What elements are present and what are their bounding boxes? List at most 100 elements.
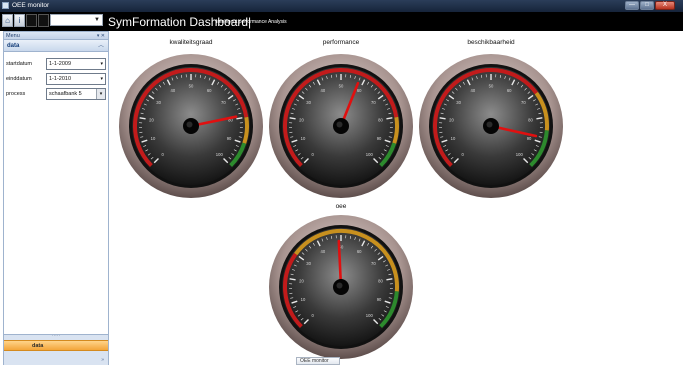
gauge-tick-label: 10 xyxy=(451,136,456,141)
sidebar-bottom: ····· data » xyxy=(4,334,108,365)
gauge-label-performance: performance xyxy=(266,39,416,46)
gauge-tick-label: 100 xyxy=(366,152,374,157)
einddatum-picker[interactable]: 1-1-2010 ▾ xyxy=(46,73,106,85)
chevron-down-icon[interactable]: ▾ xyxy=(100,74,103,84)
gauge-svg: 0102030405060708090100 xyxy=(116,51,266,201)
gauge-tick-label: 60 xyxy=(507,88,512,93)
gauge-tick-label: 80 xyxy=(528,117,533,122)
chevron-down-icon[interactable]: ▾ xyxy=(100,59,103,69)
gauge-tick-label: 100 xyxy=(516,152,524,157)
sidebar-tab-data[interactable]: data xyxy=(4,340,108,351)
gauge-hub-highlight xyxy=(337,283,343,289)
gauge-tick-label: 40 xyxy=(321,249,326,254)
gauge-beschikbaarheid: 0102030405060708090100 xyxy=(416,51,566,201)
taskbar-button-oee-monitor[interactable]: OEE monitor xyxy=(296,357,340,365)
gauge-hub-highlight xyxy=(487,122,493,128)
sidebar-header-label: Menu xyxy=(6,33,20,39)
gauge-tick-label: 20 xyxy=(149,117,154,122)
gauge-tick-label: 100 xyxy=(216,152,224,157)
startdatum-label: startdatum xyxy=(6,61,32,67)
sidebar-section-label: data xyxy=(7,43,19,49)
gauge-svg: 0102030405060708090100 xyxy=(266,212,416,362)
gauge-major-tick xyxy=(440,118,446,119)
einddatum-value: 1-1-2010 xyxy=(49,76,71,82)
gauge-tick-label: 30 xyxy=(306,100,311,105)
gauge-tick-label: 10 xyxy=(151,136,156,141)
chevron-down-icon[interactable]: ▾ xyxy=(96,89,105,99)
gauge-tick-label: 70 xyxy=(371,261,376,266)
gauge-tick-label: 90 xyxy=(527,136,532,141)
gauge-label-kwaliteitsgraad: kwaliteitsgraad xyxy=(116,39,266,46)
info-button[interactable]: i xyxy=(14,14,25,27)
einddatum-row: einddatum 1-1-2010 ▾ xyxy=(5,73,109,85)
gauge-label-oee: oee xyxy=(266,203,416,210)
gauge-tick-label: 90 xyxy=(377,136,382,141)
splitter-grip[interactable]: ····· xyxy=(4,335,108,339)
gauge-major-tick xyxy=(536,118,542,119)
gauge-tick-label: 70 xyxy=(521,100,526,105)
gauge-tick-label: 50 xyxy=(189,84,194,89)
gauge-tick-label: 90 xyxy=(377,297,382,302)
gauge-tick-label: 20 xyxy=(299,278,304,283)
dark-button-2[interactable] xyxy=(38,14,49,27)
einddatum-label: einddatum xyxy=(6,76,32,82)
process-label: process xyxy=(6,91,25,97)
home-icon: ⌂ xyxy=(5,16,10,25)
gauge-svg: 0102030405060708090100 xyxy=(266,51,416,201)
gauge-svg: 0102030405060708090100 xyxy=(416,51,566,201)
gauge-tick-label: 10 xyxy=(301,136,306,141)
title-bar: OEE monitor — □ X xyxy=(0,0,683,12)
gauge-major-tick xyxy=(290,118,296,119)
process-select[interactable]: schaafbank 5 ▾ xyxy=(46,88,106,100)
gauge-hub-highlight xyxy=(337,122,343,128)
startdatum-row: startdatum 1-1-2009 ▾ xyxy=(5,58,109,70)
close-button[interactable]: X xyxy=(655,1,675,10)
gauge-tick-label: 40 xyxy=(321,88,326,93)
gauge-tick-label: 90 xyxy=(227,136,232,141)
gauge-label-beschikbaarheid: beschikbaarheid xyxy=(416,39,566,46)
gauge-tick-label: 80 xyxy=(378,278,383,283)
gauge-hub-highlight xyxy=(187,122,193,128)
app-icon xyxy=(2,2,9,9)
gauge-tick-label: 10 xyxy=(301,297,306,302)
startdatum-value: 1-1-2009 xyxy=(49,61,71,67)
chevron-up-icon[interactable]: ︿ xyxy=(98,40,104,52)
gauge-tick-label: 30 xyxy=(306,261,311,266)
toolbar: ⌂ i ▼ SymFormation Dashboard| Intelligen… xyxy=(0,12,683,31)
sidebar-pin-icons[interactable]: ▾ ✕ xyxy=(97,32,105,40)
home-button[interactable]: ⌂ xyxy=(2,14,13,27)
gauge-tick-label: 70 xyxy=(221,100,226,105)
minimize-button[interactable]: — xyxy=(625,1,639,10)
gauge-performance: 0102030405060708090100 xyxy=(266,51,416,201)
toolbar-combo[interactable]: ▼ xyxy=(50,14,103,26)
window-title: OEE monitor xyxy=(12,2,49,9)
gauge-tick-label: 50 xyxy=(489,84,494,89)
gauge-oee: 0102030405060708090100 xyxy=(266,212,416,362)
sidebar-section-data[interactable]: data ︿ xyxy=(4,40,108,52)
maximize-button[interactable]: □ xyxy=(640,1,654,10)
gauge-tick-label: 20 xyxy=(299,117,304,122)
chevron-down-icon: ▼ xyxy=(94,17,100,23)
overflow-icon[interactable]: » xyxy=(101,357,104,363)
process-row: process schaafbank 5 ▾ xyxy=(5,88,109,100)
gauge-major-tick xyxy=(140,118,146,119)
dark-button[interactable] xyxy=(26,14,37,27)
gauge-tick-label: 40 xyxy=(171,88,176,93)
gauge-tick-label: 50 xyxy=(339,84,344,89)
startdatum-picker[interactable]: 1-1-2009 ▾ xyxy=(46,58,106,70)
gauge-tick-label: 70 xyxy=(371,100,376,105)
gauge-major-tick xyxy=(290,279,296,280)
gauge-major-tick xyxy=(236,118,242,119)
gauge-tick-label: 60 xyxy=(357,88,362,93)
gauge-tick-label: 40 xyxy=(471,88,476,93)
sidebar-header: Menu ▾ ✕ xyxy=(4,32,108,40)
gauge-tick-label: 30 xyxy=(456,100,461,105)
gauge-tick-label: 30 xyxy=(156,100,161,105)
gauge-tick-label: 100 xyxy=(366,313,374,318)
gauge-tick-label: 20 xyxy=(449,117,454,122)
gauge-tick-label: 60 xyxy=(207,88,212,93)
sidebar: Menu ▾ ✕ data ︿ startdatum 1-1-2009 ▾ ei… xyxy=(3,31,109,365)
gauge-kwaliteitsgraad: 0102030405060708090100 xyxy=(116,51,266,201)
info-icon: i xyxy=(19,16,21,25)
gauge-major-tick xyxy=(386,279,392,280)
